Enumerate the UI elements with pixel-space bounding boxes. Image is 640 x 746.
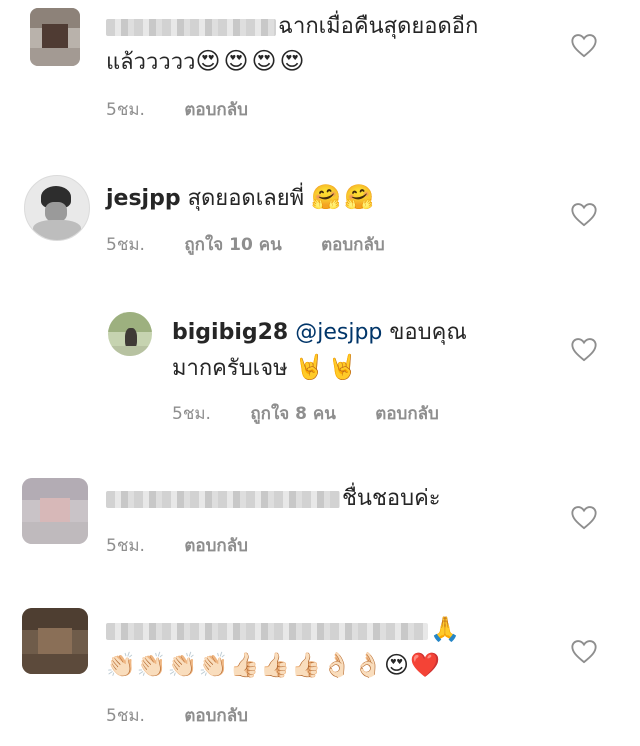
comment-4: ชื่นชอบค่ะ 5ชม. ตอบกลับ [0,470,640,560]
timestamp: 5ชม. [106,706,145,726]
like-heart-icon[interactable] [570,504,598,530]
comment-1: ฉากเมื่อคืนสุดยอดอีก แล้ววววว😍😍😍😍 5ชม. ต… [0,0,640,125]
like-heart-icon[interactable] [570,201,598,227]
like-heart-icon[interactable] [570,32,598,58]
redacted-username [106,622,428,640]
comment-body: ชื่นชอบค่ะ [106,482,546,516]
comment-body: 🙏 👏🏻👏🏻👏🏻👏🏻👍🏻👍🏻👍🏻👌🏻👌🏻😍❤️ [106,615,463,679]
comment-5: 🙏 👏🏻👏🏻👏🏻👏🏻👍🏻👍🏻👍🏻👌🏻👌🏻😍❤️ 5ชม. ตอบกลับ [0,600,640,740]
comment-body: jesjpp สุดยอดเลยพี่ 🤗🤗 [106,183,377,211]
like-heart-icon[interactable] [570,336,598,362]
reply-button[interactable]: ตอบกลับ [184,100,248,120]
like-heart-icon[interactable] [570,638,598,664]
comment-meta: 5ชม. ตอบกลับ [106,96,282,123]
comment-meta: 5ชม. ตอบกลับ [106,532,282,559]
timestamp: 5ชม. [106,235,145,255]
username[interactable]: bigibig28 [172,320,288,345]
redacted-username [106,18,276,36]
redacted-username [106,490,340,508]
avatar[interactable] [30,8,80,66]
comment-2: jesjpp สุดยอดเลยพี่ 🤗🤗 5ชม. ถูกใจ 10 คน … [0,165,640,265]
comment-meta: 5ชม. ถูกใจ 10 คน ตอบกลับ [106,231,419,258]
comment-3-reply: bigibig28 @jesjpp ขอบคุณ มากครับเจษ 🤘🤘 5… [0,300,640,430]
reply-button[interactable]: ตอบกลับ [184,536,248,556]
comment-meta: 5ชม. ถูกใจ 8 คน ตอบกลับ [172,400,473,427]
mention-link[interactable]: @jesjpp [295,320,382,345]
avatar[interactable] [22,608,88,674]
timestamp: 5ชม. [172,404,211,424]
reply-button[interactable]: ตอบกลับ [321,235,385,255]
comment-meta: 5ชม. ตอบกลับ [106,702,282,729]
avatar[interactable] [24,175,90,241]
reply-button[interactable]: ตอบกลับ [184,706,248,726]
likes-count[interactable]: ถูกใจ 10 คน [184,235,281,255]
avatar[interactable] [22,478,88,544]
comment-body: bigibig28 @jesjpp ขอบคุณ มากครับเจษ 🤘🤘 [172,320,467,381]
avatar[interactable] [108,312,152,356]
timestamp: 5ชม. [106,100,145,120]
username[interactable]: jesjpp [106,186,181,211]
timestamp: 5ชม. [106,536,145,556]
comment-body: ฉากเมื่อคืนสุดยอดอีก แล้ววววว😍😍😍😍 [106,14,479,75]
likes-count[interactable]: ถูกใจ 8 คน [250,404,336,424]
reply-button[interactable]: ตอบกลับ [375,404,439,424]
